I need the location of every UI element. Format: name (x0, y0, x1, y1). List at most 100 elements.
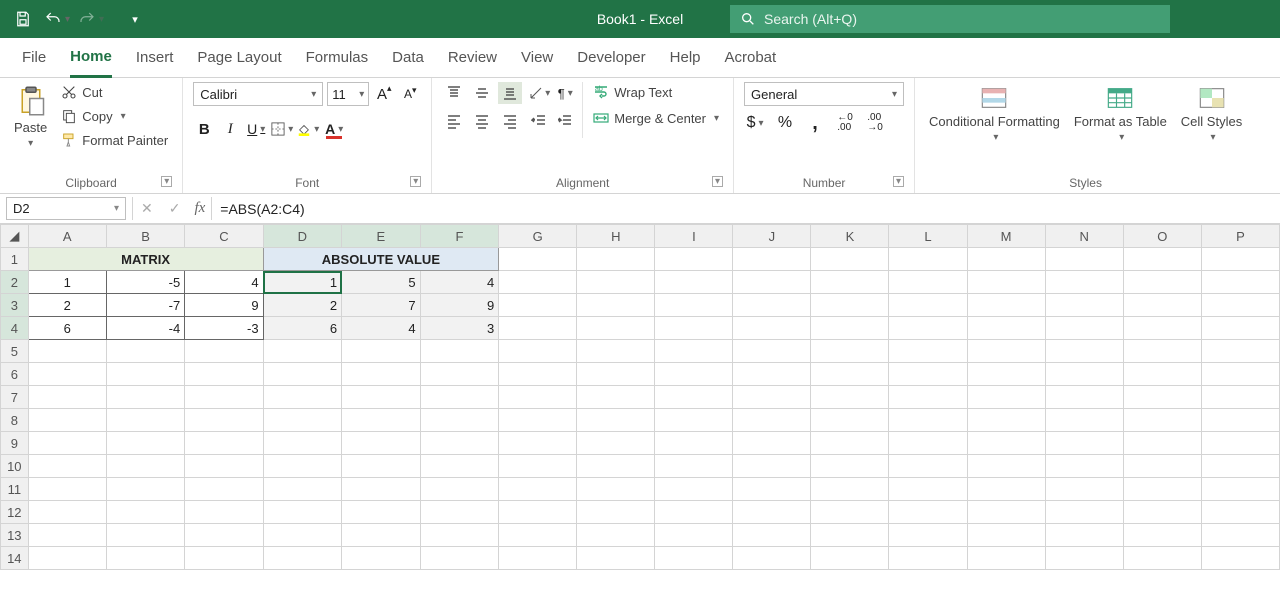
cell-D12[interactable] (263, 501, 342, 524)
cell-M5[interactable] (967, 340, 1045, 363)
comma-icon[interactable]: , (804, 112, 826, 134)
row-header-7[interactable]: 7 (1, 386, 29, 409)
cell-I7[interactable] (655, 386, 733, 409)
column-header-D[interactable]: D (263, 225, 342, 248)
column-header-I[interactable]: I (655, 225, 733, 248)
cell-C10[interactable] (185, 455, 263, 478)
cell-B9[interactable] (106, 432, 184, 455)
cell-J7[interactable] (733, 386, 811, 409)
cell-I13[interactable] (655, 524, 733, 547)
cell-E6[interactable] (342, 363, 421, 386)
cell-D6[interactable] (263, 363, 342, 386)
cell-F10[interactable] (420, 455, 499, 478)
cell-B5[interactable] (106, 340, 184, 363)
tab-review[interactable]: Review (448, 38, 497, 78)
cell-H1[interactable] (577, 248, 655, 271)
cell-E13[interactable] (342, 524, 421, 547)
cell-P7[interactable] (1201, 386, 1279, 409)
cell-I2[interactable] (655, 271, 733, 294)
cell-H11[interactable] (577, 478, 655, 501)
row-header-10[interactable]: 10 (1, 455, 29, 478)
cell-M7[interactable] (967, 386, 1045, 409)
cell-L11[interactable] (889, 478, 967, 501)
cell-D4[interactable]: 6 (263, 317, 342, 340)
row-header-6[interactable]: 6 (1, 363, 29, 386)
column-header-P[interactable]: P (1201, 225, 1279, 248)
row-header-9[interactable]: 9 (1, 432, 29, 455)
cell-O10[interactable] (1123, 455, 1201, 478)
cell-P13[interactable] (1201, 524, 1279, 547)
cell-K12[interactable] (811, 501, 889, 524)
cell-C7[interactable] (185, 386, 263, 409)
cell-F9[interactable] (420, 432, 499, 455)
cell-J14[interactable] (733, 547, 811, 570)
bold-button[interactable]: B (193, 118, 215, 140)
cell-K14[interactable] (811, 547, 889, 570)
dialog-launcher-icon[interactable]: ▾ (161, 176, 172, 187)
cell-H9[interactable] (577, 432, 655, 455)
cell-N11[interactable] (1045, 478, 1123, 501)
cell-O11[interactable] (1123, 478, 1201, 501)
borders-icon[interactable] (271, 118, 293, 140)
cell-B3[interactable]: -7 (106, 294, 184, 317)
cell-J9[interactable] (733, 432, 811, 455)
cell-C3[interactable]: 9 (185, 294, 263, 317)
cell-H13[interactable] (577, 524, 655, 547)
font-name-selector[interactable]: Calibri▾ (193, 82, 323, 106)
align-middle-icon[interactable] (470, 82, 494, 104)
cell-N6[interactable] (1045, 363, 1123, 386)
cell-O5[interactable] (1123, 340, 1201, 363)
cell-G4[interactable] (499, 317, 577, 340)
cell-J6[interactable] (733, 363, 811, 386)
cell-E8[interactable] (342, 409, 421, 432)
cell-N10[interactable] (1045, 455, 1123, 478)
cell-J10[interactable] (733, 455, 811, 478)
cell-B10[interactable] (106, 455, 184, 478)
cell-O12[interactable] (1123, 501, 1201, 524)
cell-F5[interactable] (420, 340, 499, 363)
cell-N4[interactable] (1045, 317, 1123, 340)
cell-A3[interactable]: 2 (28, 294, 106, 317)
cell-I14[interactable] (655, 547, 733, 570)
cell-H14[interactable] (577, 547, 655, 570)
cell-B4[interactable]: -4 (106, 317, 184, 340)
cell-P12[interactable] (1201, 501, 1279, 524)
cell-A9[interactable] (28, 432, 106, 455)
cell-C13[interactable] (185, 524, 263, 547)
cell-P8[interactable] (1201, 409, 1279, 432)
cell-L6[interactable] (889, 363, 967, 386)
row-header-3[interactable]: 3 (1, 294, 29, 317)
cell-O1[interactable] (1123, 248, 1201, 271)
cell-K4[interactable] (811, 317, 889, 340)
cell-M6[interactable] (967, 363, 1045, 386)
qat-customize-icon[interactable]: ▾ (128, 6, 142, 32)
column-header-H[interactable]: H (577, 225, 655, 248)
cell-I12[interactable] (655, 501, 733, 524)
search-input[interactable] (764, 11, 1160, 27)
cell-D14[interactable] (263, 547, 342, 570)
cell-K5[interactable] (811, 340, 889, 363)
row-header-5[interactable]: 5 (1, 340, 29, 363)
cell-B12[interactable] (106, 501, 184, 524)
cell-H12[interactable] (577, 501, 655, 524)
cell-B14[interactable] (106, 547, 184, 570)
italic-button[interactable]: I (219, 118, 241, 140)
cell-E11[interactable] (342, 478, 421, 501)
fx-icon[interactable]: fx (188, 200, 211, 217)
decrease-indent-icon[interactable] (528, 110, 550, 132)
cell-B11[interactable] (106, 478, 184, 501)
cell-O9[interactable] (1123, 432, 1201, 455)
font-color-icon[interactable]: A (323, 118, 345, 140)
cell-O2[interactable] (1123, 271, 1201, 294)
cell-K7[interactable] (811, 386, 889, 409)
increase-decimal-icon[interactable]: ←0.00 (834, 112, 856, 134)
cell-L14[interactable] (889, 547, 967, 570)
cell-D13[interactable] (263, 524, 342, 547)
cell-B7[interactable] (106, 386, 184, 409)
dialog-launcher-icon[interactable]: ▾ (893, 176, 904, 187)
cell-N1[interactable] (1045, 248, 1123, 271)
cell-F13[interactable] (420, 524, 499, 547)
align-bottom-icon[interactable] (498, 82, 522, 104)
cell-O7[interactable] (1123, 386, 1201, 409)
cell-A12[interactable] (28, 501, 106, 524)
